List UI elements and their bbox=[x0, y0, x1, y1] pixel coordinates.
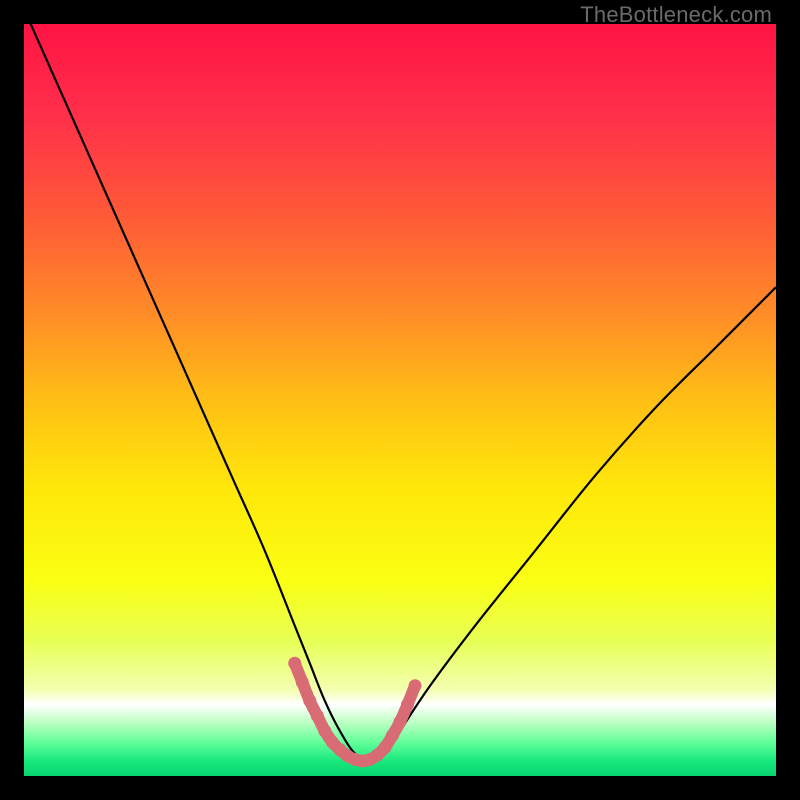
chart-frame bbox=[24, 24, 776, 776]
highlight-dot bbox=[394, 715, 407, 728]
highlight-dot bbox=[401, 698, 414, 711]
highlight-dot bbox=[311, 709, 324, 722]
highlight-dot bbox=[378, 741, 391, 754]
highlight-dot bbox=[296, 676, 309, 689]
highlight-dot bbox=[318, 724, 331, 737]
highlight-dot bbox=[409, 679, 422, 692]
highlight-dot bbox=[288, 657, 301, 670]
bottleneck-chart bbox=[24, 24, 776, 776]
highlight-dot bbox=[303, 694, 316, 707]
highlight-dot bbox=[386, 729, 399, 742]
